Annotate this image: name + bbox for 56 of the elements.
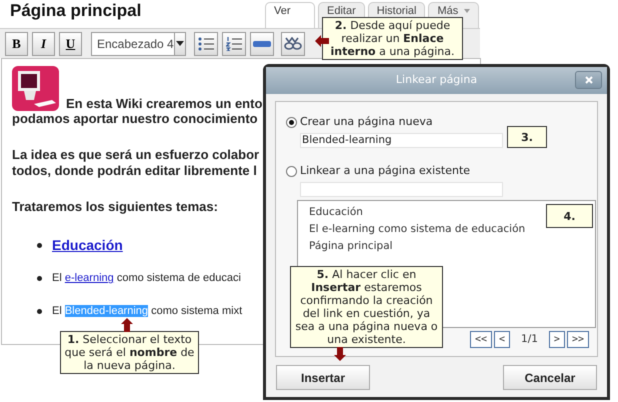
arrow-icon xyxy=(334,347,346,361)
close-button[interactable] xyxy=(575,71,602,89)
page-name-field[interactable] xyxy=(300,182,503,197)
note-tooltip: 5. Al hacer clic en Insertar estaremos confirmando la creación del link en cuestión, ya sea a una página nueva o una existente. xyxy=(290,266,443,348)
page-name-field[interactable]: Blended-learning xyxy=(300,133,503,148)
bulleted-list-icon xyxy=(198,36,214,50)
heading-dropdown[interactable]: Encabezado 4 xyxy=(91,32,186,56)
note-tooltip: 1. Seleccionar el texto que será el nombre de la nueva página. xyxy=(60,331,199,374)
note-tooltip: 3. xyxy=(507,126,547,148)
page-list-item[interactable]: Página principal xyxy=(309,238,393,255)
rule-button[interactable] xyxy=(250,32,274,56)
numbered-list-icon xyxy=(226,36,242,50)
dialog-button[interactable]: Cancelar xyxy=(503,365,597,390)
radio-button[interactable] xyxy=(286,116,297,128)
page-counter: 1/1 xyxy=(521,332,538,347)
selected-text: Blended-learning xyxy=(64,305,148,318)
bullets-button[interactable] xyxy=(194,32,218,56)
list-item: El e-learning como sistema de educaci xyxy=(52,271,241,286)
radio-button[interactable] xyxy=(286,166,297,176)
dialog-button[interactable]: Insertar xyxy=(276,365,370,390)
italic-button[interactable]: I xyxy=(32,32,55,56)
caret-icon xyxy=(176,41,184,46)
first-page-button[interactable]: << xyxy=(470,331,492,348)
paragraph-text: Trataremos los siguientes temas: xyxy=(11,199,219,215)
page-title: Página principal xyxy=(9,0,142,22)
page-tab[interactable]: Ver xyxy=(265,2,315,28)
paragraph-text: podamos aportar nuestro conocimiento xyxy=(11,111,259,127)
page-list-item[interactable]: Educación xyxy=(309,204,363,221)
logo-icon xyxy=(12,66,59,111)
bold-button[interactable]: B xyxy=(5,32,28,56)
close-icon xyxy=(584,76,592,84)
previous-page-button[interactable]: < xyxy=(494,331,510,348)
note-tooltip: 4. xyxy=(546,204,593,228)
option-label[interactable]: Linkear a una página existente xyxy=(300,162,470,180)
intro-text: En esta Wiki crearemos un ento xyxy=(65,96,262,111)
last-page-button[interactable]: >> xyxy=(566,331,589,348)
paragraph-text: todos, donde podrán editar libremente l xyxy=(11,163,258,179)
bullet-icon xyxy=(37,276,42,281)
dialog-title: Linkear página xyxy=(394,72,478,88)
underline-button[interactable]: U xyxy=(59,32,82,56)
numbers-button[interactable] xyxy=(222,32,246,56)
link-button[interactable] xyxy=(281,32,305,56)
option-label[interactable]: Crear una página nueva xyxy=(300,114,433,130)
arrow-icon xyxy=(121,318,133,332)
paragraph-text: La idea es que será un esfuerzo colabor xyxy=(11,147,260,163)
bullet-icon xyxy=(37,309,42,314)
note-tooltip: 2. Desde aquí puede realizar un Enlace interno a una página. xyxy=(322,17,463,60)
page-link[interactable]: e-learning xyxy=(64,272,114,284)
chain-link-icon xyxy=(284,36,302,50)
bullet-icon xyxy=(37,242,42,248)
list-item: El Blended-learning como sistema mixt xyxy=(52,304,242,320)
page-link[interactable]: Educación xyxy=(52,236,123,252)
arrow-icon xyxy=(315,35,329,47)
page-list-item[interactable]: El e-learning como sistema de educación xyxy=(309,221,526,238)
caret-icon xyxy=(464,9,470,13)
next-page-button[interactable]: > xyxy=(548,331,565,348)
